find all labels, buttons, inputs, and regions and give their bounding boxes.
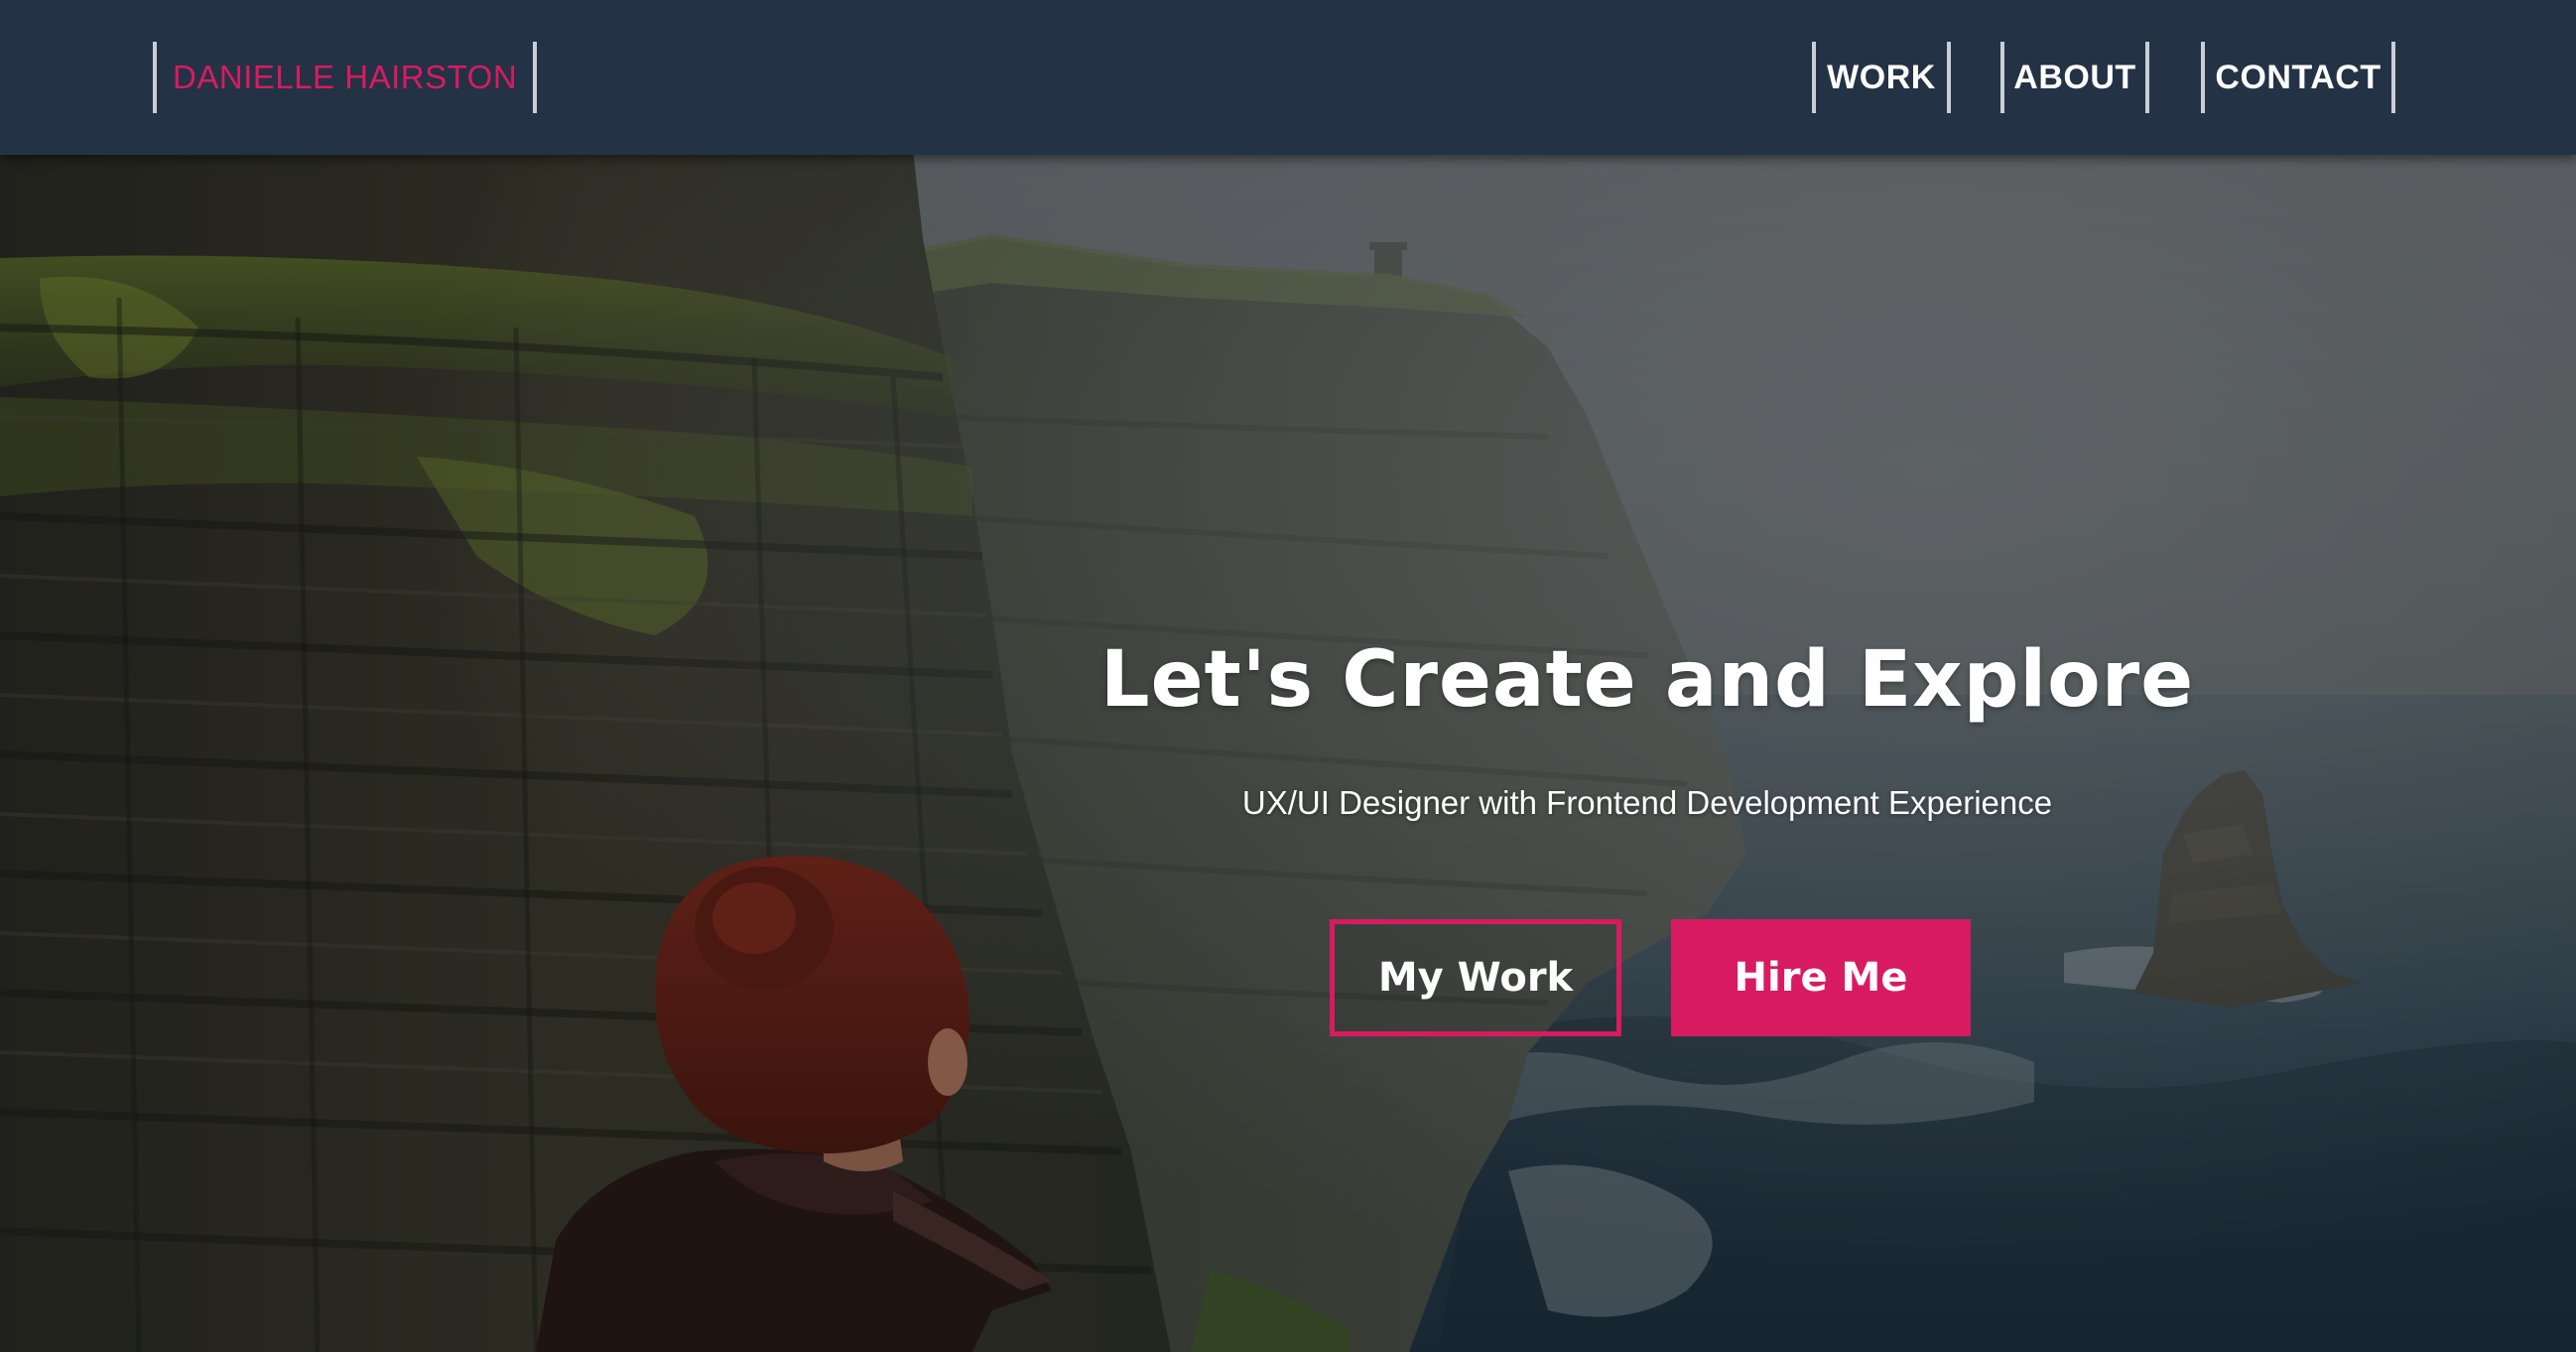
hero-title: Let's Create and Explore xyxy=(1099,635,2195,725)
nav-link-about[interactable]: ABOUT xyxy=(2000,42,2149,113)
nav-links: WORK ABOUT CONTACT xyxy=(0,42,2576,113)
my-work-button[interactable]: My Work xyxy=(1330,919,1621,1036)
hire-me-button[interactable]: Hire Me xyxy=(1671,919,1971,1036)
hero-content: Let's Create and Explore UX/UI Designer … xyxy=(1092,635,2203,1036)
nav-link-contact[interactable]: CONTACT xyxy=(2201,42,2395,113)
navbar: DANIELLE HAIRSTON WORK ABOUT CONTACT xyxy=(0,0,2576,155)
page: DANIELLE HAIRSTON WORK ABOUT CONTACT Let… xyxy=(0,0,2576,1352)
hero-buttons: My Work Hire Me xyxy=(1330,919,2024,1036)
hero-subtitle: UX/UI Designer with Frontend Development… xyxy=(1241,784,2053,821)
nav-link-work[interactable]: WORK xyxy=(1812,42,1951,113)
